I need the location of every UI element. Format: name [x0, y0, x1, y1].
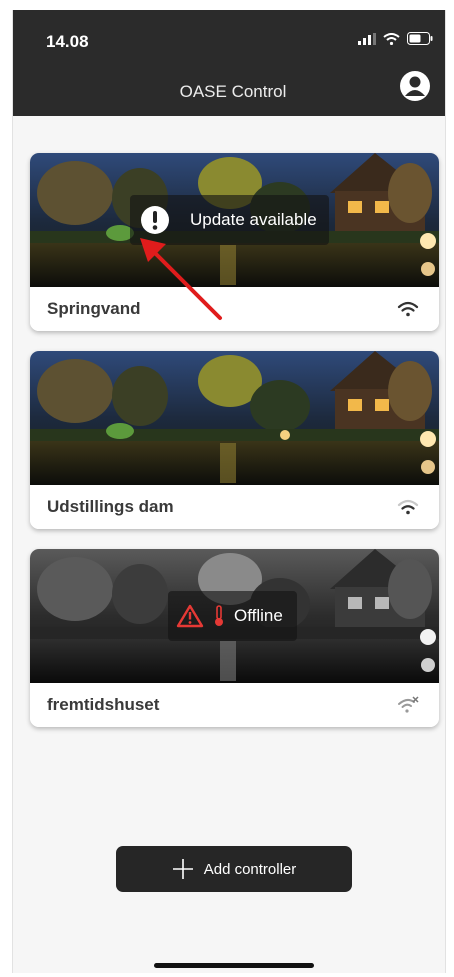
update-available-overlay[interactable]: Update available — [130, 195, 329, 245]
wifi-icon — [397, 499, 419, 515]
plus-icon — [172, 859, 193, 879]
signal-icon — [358, 32, 376, 45]
page-title: OASE Control — [179, 82, 287, 101]
add-controller-button[interactable]: Add controller — [116, 846, 352, 892]
card-footer: Udstillings dam — [30, 485, 439, 529]
controller-name: Springvand — [47, 299, 141, 318]
warning-icon — [176, 604, 204, 628]
controller-card-fremtidshuset[interactable]: Offline fremtidshuset — [30, 549, 439, 727]
alert-icon — [141, 206, 169, 234]
controller-name: fremtidshuset — [47, 695, 160, 714]
battery-icon — [407, 32, 433, 45]
phone-screen: 14.08 OASE Control Update available Spri… — [12, 10, 446, 973]
wifi-icon — [383, 32, 400, 45]
controller-name: Udstillings dam — [47, 497, 174, 516]
wifi-icon — [397, 301, 419, 317]
temperature-icon — [215, 605, 223, 626]
status-time: 14.08 — [46, 32, 89, 51]
overlay-text: Update available — [190, 210, 317, 229]
card-footer: Springvand — [30, 287, 439, 331]
add-controller-label: Add controller — [203, 860, 297, 878]
app-header: 14.08 OASE Control — [13, 10, 445, 116]
controller-card-udstillings-dam[interactable]: Udstillings dam — [30, 351, 439, 529]
garden-photo — [30, 351, 439, 485]
home-indicator[interactable] — [154, 963, 314, 968]
overlay-text: Offline — [234, 606, 283, 625]
wifi-off-icon — [398, 696, 419, 713]
account-icon[interactable] — [399, 70, 431, 102]
status-icons — [358, 32, 433, 45]
offline-overlay: Offline — [168, 591, 297, 641]
controller-card-springvand[interactable]: Update available Springvand — [30, 153, 439, 331]
card-footer: fremtidshuset — [30, 683, 439, 727]
